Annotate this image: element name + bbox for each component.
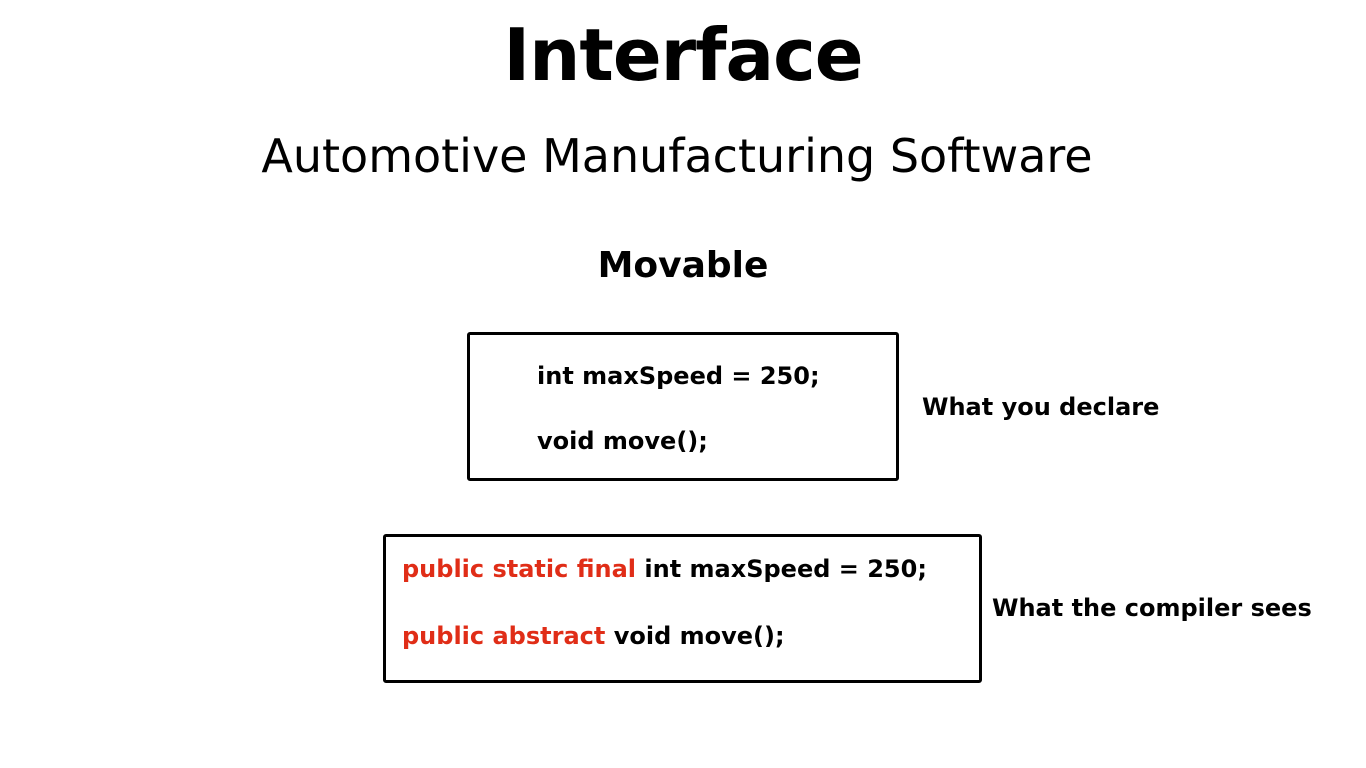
slide-title: Interface xyxy=(503,13,863,97)
method-declaration: void move(); xyxy=(613,622,785,650)
declared-box-label: What you declare xyxy=(922,393,1160,421)
compiler-code-box: public static final int maxSpeed = 250; … xyxy=(383,534,982,683)
declared-field-line: int maxSpeed = 250; xyxy=(537,362,820,390)
interface-name: Movable xyxy=(597,245,769,286)
slide-subtitle: Automotive Manufacturing Software xyxy=(261,129,1093,183)
compiler-field-line: public static final int maxSpeed = 250; xyxy=(402,553,927,585)
field-modifiers: public static final xyxy=(402,555,637,583)
compiler-method-line: public abstract void move(); xyxy=(402,620,785,652)
declared-code-box: int maxSpeed = 250; void move(); xyxy=(467,332,899,481)
field-declaration: int maxSpeed = 250; xyxy=(644,555,927,583)
compiler-box-label: What the compiler sees xyxy=(992,594,1312,622)
declared-method-line: void move(); xyxy=(537,427,708,455)
method-modifiers: public abstract xyxy=(402,622,606,650)
